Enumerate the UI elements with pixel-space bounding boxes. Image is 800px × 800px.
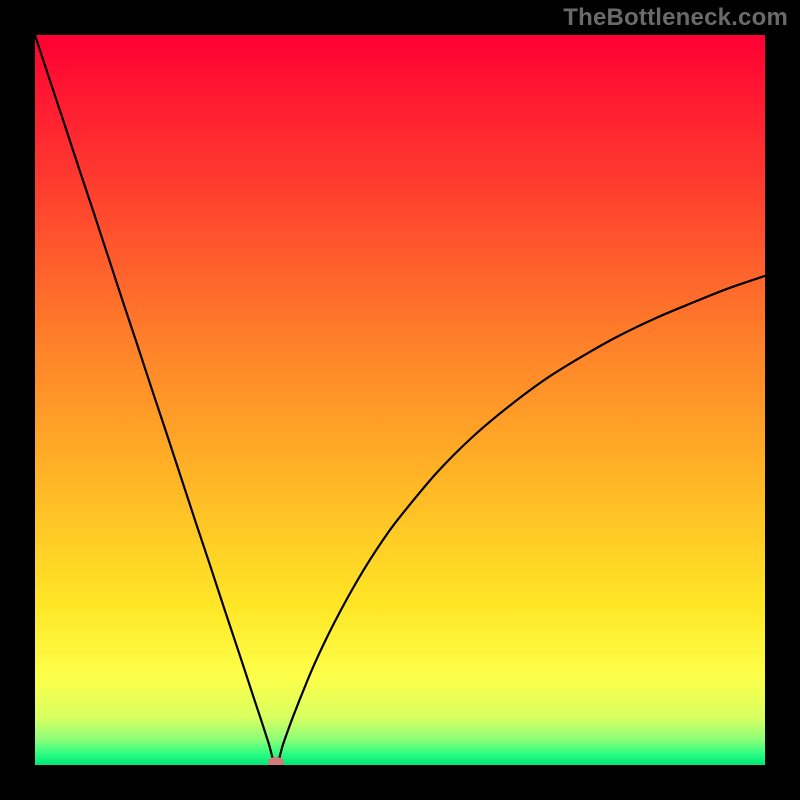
- chart-frame: TheBottleneck.com: [0, 0, 800, 800]
- bottleneck-chart: [35, 35, 765, 765]
- watermark-text: TheBottleneck.com: [563, 4, 788, 32]
- gradient-background: [35, 35, 765, 765]
